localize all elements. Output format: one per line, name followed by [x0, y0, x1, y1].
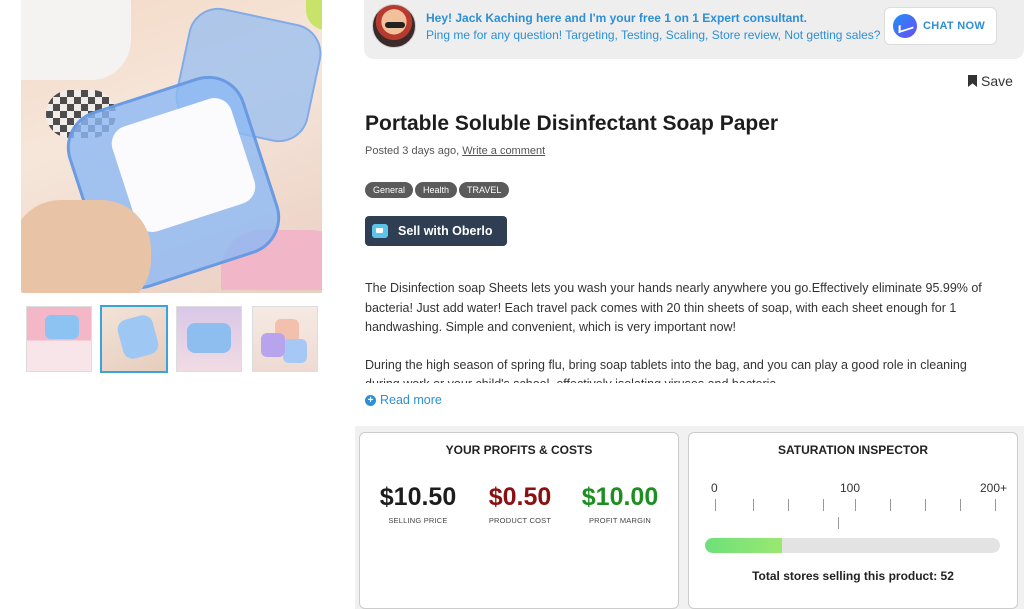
saturation-scale: 0 100 200+ — [705, 481, 1008, 531]
profit-margin-value: $10.00 — [581, 483, 659, 511]
selling-price-label: SELLING PRICE — [388, 516, 448, 525]
saturation-panel: SATURATION INSPECTOR 0 100 200+ Total st… — [688, 432, 1018, 609]
product-page: Hey! Jack Kaching here and I'm your free… — [0, 0, 1024, 609]
chat-now-button[interactable]: CHAT NOW — [884, 7, 997, 45]
thumbnail-4[interactable] — [252, 306, 318, 372]
scale-tick — [960, 499, 961, 511]
thumbnail-strip — [26, 305, 318, 373]
scale-tick — [855, 499, 856, 511]
write-comment-link[interactable]: Write a comment — [462, 145, 545, 157]
consultant-banner: Hey! Jack Kaching here and I'm your free… — [364, 0, 1024, 59]
read-more-label: Read more — [380, 393, 442, 407]
thumbnail-1[interactable] — [26, 306, 92, 372]
tag-travel[interactable]: TRAVEL — [459, 182, 510, 198]
scale-tick — [788, 499, 789, 511]
oberlo-label: Sell with Oberlo — [398, 224, 493, 238]
profits-panel: YOUR PROFITS & COSTS $10.50 SELLING PRIC… — [359, 432, 679, 609]
scale-tick — [753, 499, 754, 511]
product-cost-value: $0.50 — [488, 483, 552, 511]
description-paragraph-2: During the high season of spring flu, br… — [365, 357, 967, 384]
profit-margin-label: PROFIT MARGIN — [588, 516, 652, 525]
product-description: The Disinfection soap Sheets lets you wa… — [365, 279, 985, 383]
scale-tick — [715, 499, 716, 511]
plus-circle-icon: + — [365, 394, 376, 406]
bookmark-icon — [968, 75, 977, 87]
saturation-bar-fill — [705, 538, 782, 553]
saturation-title: SATURATION INSPECTOR — [777, 443, 928, 457]
scale-tick — [925, 499, 926, 511]
tag-general[interactable]: General — [365, 182, 414, 198]
scale-tick — [890, 499, 891, 511]
banner-subline[interactable]: Ping me for any question! Targeting, Tes… — [426, 28, 880, 42]
scale-tick — [823, 499, 824, 511]
scale-tick — [838, 517, 839, 529]
product-cost-label: PRODUCT COST — [488, 516, 552, 525]
sell-with-oberlo-button[interactable]: Sell with Oberlo — [365, 216, 507, 246]
oberlo-icon — [372, 224, 388, 238]
save-button[interactable]: Save — [968, 73, 1013, 89]
profits-title: YOUR PROFITS & COSTS — [445, 443, 593, 457]
posted-date: Posted 3 days ago, — [365, 145, 460, 157]
product-cost-metric: $0.50 PRODUCT COST — [470, 483, 570, 525]
avatar — [372, 4, 416, 48]
posted-info: Posted 3 days ago, Write a comment — [365, 145, 545, 157]
read-more-link[interactable]: + Read more — [365, 393, 442, 407]
selling-price-value: $10.50 — [379, 483, 457, 511]
scale-min-label: 0 — [711, 481, 718, 495]
save-label: Save — [981, 73, 1013, 89]
saturation-bar — [705, 538, 1000, 553]
description-paragraph-1: The Disinfection soap Sheets lets you wa… — [365, 281, 982, 334]
banner-headline: Hey! Jack Kaching here and I'm your free… — [426, 11, 807, 25]
thumbnail-3[interactable] — [176, 306, 242, 372]
scale-tick — [995, 499, 996, 511]
total-stores-text: Total stores selling this product: 52 — [752, 569, 954, 583]
tag-health[interactable]: Health — [415, 182, 458, 198]
thumbnail-2[interactable] — [100, 305, 168, 373]
main-product-image[interactable] — [21, 0, 322, 293]
profit-margin-metric: $10.00 PROFIT MARGIN — [570, 483, 670, 525]
chat-now-label: CHAT NOW — [923, 20, 986, 32]
tag-list: General Health TRAVEL — [365, 182, 510, 198]
product-title: Portable Soluble Disinfectant Soap Paper — [365, 112, 779, 135]
scale-max-label: 200+ — [980, 481, 1008, 495]
scale-mid-label: 100 — [840, 481, 861, 495]
messenger-icon — [893, 14, 917, 38]
selling-price-metric: $10.50 SELLING PRICE — [368, 483, 468, 525]
